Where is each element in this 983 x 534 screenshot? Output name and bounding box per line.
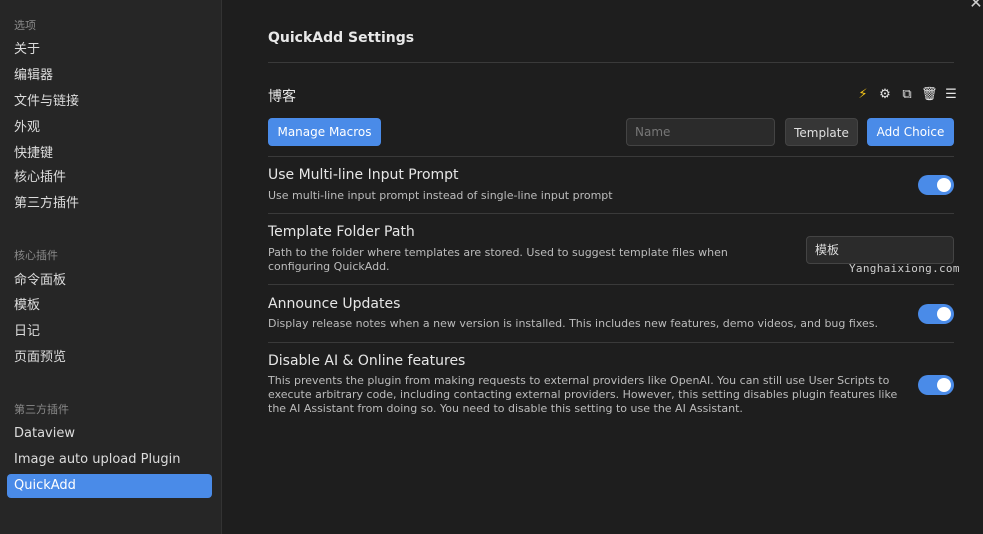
divider [268, 62, 954, 63]
choice-name: 博客 [268, 89, 296, 105]
sidebar-item-appearance[interactable]: 外观 [7, 116, 212, 140]
disable-ai-toggle[interactable] [918, 375, 954, 395]
setting-desc-announce-updates: Display release notes when a new version… [268, 317, 878, 330]
sidebar-item-hotkeys[interactable]: 快捷键 [7, 142, 212, 166]
template-button[interactable]: Template [785, 118, 858, 146]
sidebar-section-core-plugins: 核心插件 [14, 249, 58, 262]
gear-icon[interactable]: ⚙ [877, 87, 893, 103]
lightning-icon[interactable]: ⚡ [855, 87, 871, 103]
sidebar-item-files-links[interactable]: 文件与链接 [7, 90, 212, 114]
trash-icon[interactable]: 🗑 [921, 87, 938, 103]
toggle-knob [937, 307, 951, 321]
settings-sidebar: 选项 关于 编辑器 文件与链接 外观 快捷键 核心插件 第三方插件 核心插件 命… [0, 0, 222, 534]
duplicate-icon[interactable]: ⧉ [899, 87, 915, 103]
sidebar-item-editor[interactable]: 编辑器 [7, 64, 212, 88]
sidebar-item-core-plugins[interactable]: 核心插件 [7, 166, 212, 190]
sidebar-item-community-plugins[interactable]: 第三方插件 [7, 192, 212, 216]
name-placeholder: Name [635, 125, 671, 139]
page-title: QuickAdd Settings [268, 30, 415, 46]
sidebar-item-about[interactable]: 关于 [7, 38, 212, 62]
sidebar-item-image-auto-upload[interactable]: Image auto upload Plugin [7, 448, 212, 472]
sidebar-item-command-palette[interactable]: 命令面板 [7, 269, 212, 293]
setting-desc-multiline: Use multi-line input prompt instead of s… [268, 189, 613, 202]
sidebar-section-options: 选项 [14, 19, 36, 32]
setting-desc-disable-ai: This prevents the plugin from making req… [268, 374, 898, 415]
sidebar-section-community-plugins: 第三方插件 [14, 403, 69, 416]
sidebar-item-daily-notes[interactable]: 日记 [7, 320, 212, 344]
sidebar-item-templates[interactable]: 模板 [7, 294, 212, 318]
drag-handle-icon[interactable]: ☰ [943, 87, 959, 103]
toggle-knob [937, 178, 951, 192]
divider [268, 156, 954, 157]
setting-name-multiline: Use Multi-line Input Prompt [268, 167, 459, 183]
toggle-knob [937, 378, 951, 392]
choice-actions: ⚡ ⚙ ⧉ 🗑 ☰ [855, 86, 959, 104]
setting-name-template-folder: Template Folder Path [268, 224, 415, 240]
add-choice-button[interactable]: Add Choice [867, 118, 954, 146]
divider [268, 342, 954, 343]
manage-macros-button[interactable]: Manage Macros [268, 118, 381, 146]
divider [268, 213, 954, 214]
setting-desc-template-folder: Path to the folder where templates are s… [268, 246, 728, 273]
template-folder-input[interactable]: 模板 [806, 236, 954, 264]
sidebar-item-quickadd[interactable]: QuickAdd [7, 474, 212, 498]
settings-content: QuickAdd Settings 博客 ⚡ ⚙ ⧉ 🗑 ☰ Manage Ma… [223, 0, 983, 534]
sidebar-item-page-preview[interactable]: 页面预览 [7, 346, 212, 370]
sidebar-item-dataview[interactable]: Dataview [7, 422, 212, 446]
announce-updates-toggle[interactable] [918, 304, 954, 324]
watermark: Yanghaixiong.com [849, 262, 960, 275]
choice-name-input[interactable]: Name [626, 118, 775, 146]
multiline-toggle[interactable] [918, 175, 954, 195]
setting-name-announce-updates: Announce Updates [268, 296, 401, 312]
setting-name-disable-ai: Disable AI & Online features [268, 353, 466, 369]
divider [268, 284, 954, 285]
